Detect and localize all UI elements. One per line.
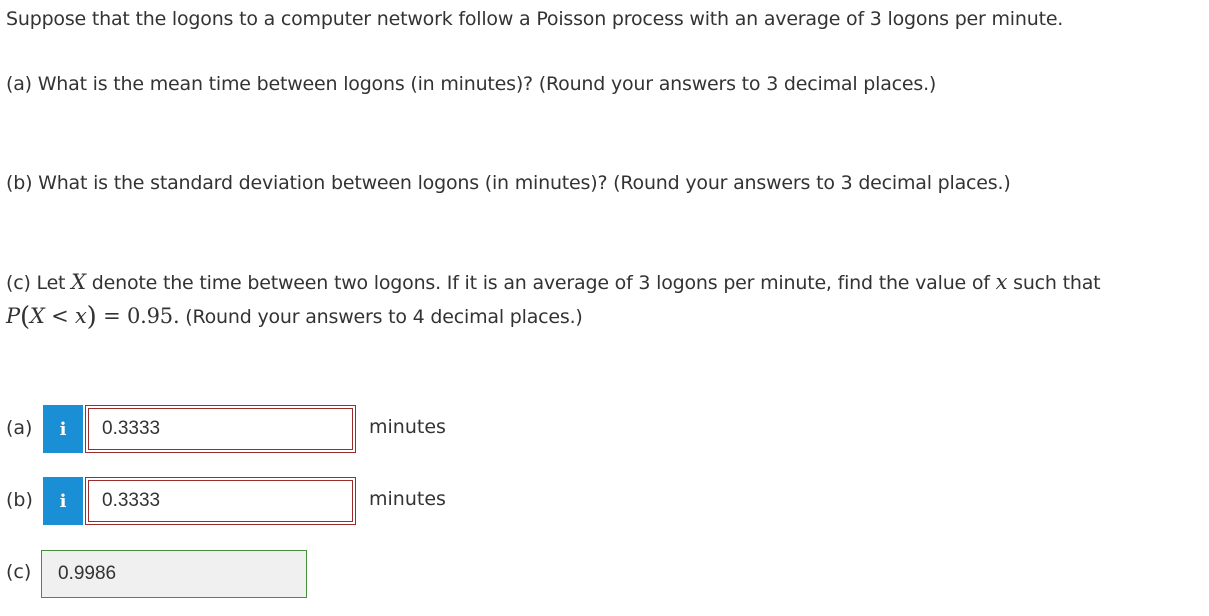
math-less-than: <: [44, 304, 76, 328]
info-icon[interactable]: i: [43, 405, 83, 453]
math-value: 0.95: [126, 304, 173, 328]
info-icon-glyph: i: [59, 490, 67, 512]
math-eq-X: X: [29, 304, 45, 328]
answer-b-unit: minutes: [369, 488, 446, 510]
answer-b-label: (b): [6, 489, 33, 511]
question-c-prefix: (c) Let: [6, 272, 72, 294]
question-b-text: (b) What is the standard deviation betwe…: [6, 172, 1011, 194]
math-var-x: x: [995, 270, 1008, 294]
answer-c-label: (c): [6, 561, 32, 583]
question-c-equation-line: P(X < x) = 0.95. (Round your answers to …: [6, 299, 583, 334]
question-c-tail: (Round your answers to 4 decimal places.…: [179, 306, 583, 328]
question-c-suffix: such that: [1007, 272, 1101, 294]
answer-b-value: 0.3333: [102, 490, 161, 511]
question-a-text: (a) What is the mean time between logons…: [6, 73, 937, 95]
answer-a-label: (a): [6, 417, 33, 439]
info-icon[interactable]: i: [43, 477, 83, 525]
answer-c-input[interactable]: 0.9986: [41, 550, 307, 598]
math-P: P: [6, 304, 20, 328]
answer-a-value: 0.3333: [102, 418, 161, 439]
answer-c-value: 0.9986: [58, 563, 117, 584]
question-c-mid: denote the time between two logons. If i…: [85, 272, 996, 294]
answer-b-input[interactable]: 0.3333: [85, 477, 356, 525]
question-c-text: (c) Let X denote the time between two lo…: [6, 265, 1101, 300]
math-equals: =: [96, 304, 127, 328]
intro-text: Suppose that the logons to a computer ne…: [6, 8, 1064, 30]
answer-a-input[interactable]: 0.3333: [85, 405, 356, 453]
math-open-paren: (: [19, 302, 30, 332]
answer-a-unit: minutes: [369, 416, 446, 438]
math-close-paren: ): [86, 302, 97, 332]
math-var-X: X: [71, 270, 86, 294]
info-icon-glyph: i: [59, 418, 67, 440]
math-eq-x: x: [75, 304, 87, 328]
